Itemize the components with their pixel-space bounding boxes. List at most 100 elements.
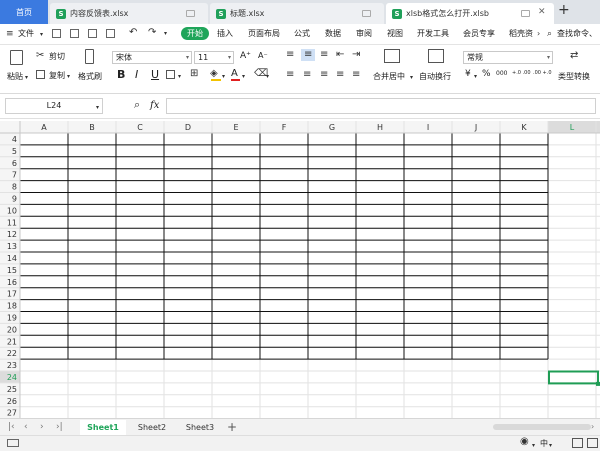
redo-icon[interactable]: ↷ bbox=[148, 28, 156, 38]
wrap-text-icon[interactable] bbox=[428, 49, 444, 63]
align-right-icon[interactable]: ≡ bbox=[320, 70, 328, 80]
align-left-icon[interactable]: ≡ bbox=[286, 70, 294, 80]
print-icon[interactable] bbox=[88, 29, 97, 38]
command-search[interactable]: 查找命令、 bbox=[557, 28, 597, 39]
chevron-right-icon[interactable]: › bbox=[537, 29, 540, 39]
input-mode-indicator[interactable]: 中 bbox=[540, 438, 548, 449]
add-sheet-button[interactable]: + bbox=[227, 420, 237, 434]
eye-protection-icon[interactable]: ◉ bbox=[520, 437, 529, 447]
close-icon[interactable]: ✕ bbox=[538, 7, 546, 17]
menu-view[interactable]: 视图 bbox=[387, 28, 403, 39]
row-header-11: 11 bbox=[7, 218, 17, 227]
scissors-icon[interactable]: ✂ bbox=[36, 51, 44, 61]
underline-button[interactable]: U bbox=[151, 68, 159, 81]
tab-title-xlsx[interactable]: S 标题.xlsx bbox=[210, 3, 384, 24]
column-header-d: D bbox=[185, 123, 191, 132]
new-tab-button[interactable]: + bbox=[558, 2, 570, 18]
menu-home[interactable]: 开始 bbox=[181, 27, 209, 40]
horizontal-scrollbar[interactable] bbox=[493, 424, 591, 430]
menu-developer[interactable]: 开发工具 bbox=[417, 28, 449, 39]
indent-increase-icon[interactable]: ⇥ bbox=[352, 50, 360, 60]
bold-button[interactable]: B bbox=[117, 68, 125, 81]
sheet-tab-2[interactable]: Sheet2 bbox=[130, 420, 174, 435]
copy-label[interactable]: 复制 bbox=[49, 70, 65, 81]
align-bottom-icon[interactable]: ≡ bbox=[320, 50, 328, 60]
justify-icon[interactable]: ≡ bbox=[336, 70, 344, 80]
distributed-align-icon[interactable]: ≡ bbox=[352, 70, 360, 80]
normal-view-icon[interactable] bbox=[572, 438, 583, 448]
formula-input[interactable] bbox=[166, 98, 596, 114]
thousands-button[interactable]: 000 bbox=[496, 70, 507, 77]
align-center-icon[interactable]: ≡ bbox=[303, 70, 311, 80]
column-header-l: L bbox=[570, 123, 575, 132]
menu-docer[interactable]: 稻壳资 bbox=[509, 28, 533, 39]
font-name-select[interactable]: 宋体 ▾ bbox=[112, 51, 192, 64]
zoom-icon[interactable]: ⌕ bbox=[134, 99, 140, 110]
font-color-swatch bbox=[231, 79, 240, 81]
undo-icon[interactable]: ↶ bbox=[129, 28, 137, 38]
row-header-27: 27 bbox=[7, 409, 17, 418]
monitor-icon[interactable] bbox=[186, 10, 195, 17]
decrease-decimal-button[interactable]: .00 +.0 bbox=[533, 70, 552, 76]
menu-file[interactable]: 文件 bbox=[18, 28, 34, 39]
copy-icon[interactable] bbox=[36, 70, 45, 79]
active-cell[interactable] bbox=[548, 370, 599, 385]
menu-data[interactable]: 数据 bbox=[325, 28, 341, 39]
grow-font-button[interactable]: A⁺ bbox=[240, 51, 251, 61]
first-sheet-icon[interactable]: |‹ bbox=[8, 422, 15, 432]
row-header-18: 18 bbox=[7, 302, 17, 311]
font-color-icon[interactable]: A bbox=[231, 68, 238, 79]
monitor-icon[interactable] bbox=[521, 10, 530, 17]
paste-label[interactable]: 粘贴 bbox=[7, 71, 23, 82]
menu-page-layout[interactable]: 页面布局 bbox=[248, 28, 280, 39]
chevron-down-icon: ▾ bbox=[546, 54, 550, 61]
spreadsheet-grid[interactable]: A B C D E F G H I J K L 4 5 6 7 8 9 10 11 12 13 14 15 16 17 18 19 20… bbox=[0, 121, 600, 418]
prev-sheet-icon[interactable]: ‹ bbox=[24, 422, 28, 432]
font-name-value: 宋体 bbox=[116, 53, 132, 62]
home-tab[interactable]: 首页 bbox=[0, 0, 48, 24]
format-painter-label[interactable]: 格式刷 bbox=[78, 71, 102, 82]
menu-formulas[interactable]: 公式 bbox=[294, 28, 310, 39]
next-sheet-icon[interactable]: › bbox=[40, 422, 44, 432]
name-box[interactable]: L24 bbox=[5, 98, 103, 114]
print-preview-icon[interactable] bbox=[106, 29, 115, 38]
menu-review[interactable]: 审阅 bbox=[356, 28, 372, 39]
hamburger-icon: ≡ bbox=[6, 29, 14, 39]
percent-button[interactable]: % bbox=[482, 69, 491, 79]
sheet-tab-3[interactable]: Sheet3 bbox=[178, 420, 222, 435]
column-header-f: F bbox=[282, 123, 287, 132]
wrap-text-label[interactable]: 自动换行 bbox=[419, 71, 451, 82]
open-file-icon[interactable] bbox=[52, 29, 61, 38]
font-size-select[interactable]: 11 ▾ bbox=[194, 51, 234, 64]
border-icon[interactable] bbox=[166, 70, 175, 79]
currency-button[interactable]: ¥ bbox=[465, 69, 471, 79]
merge-center-icon[interactable] bbox=[384, 49, 400, 63]
type-convert-icon[interactable]: ⇄ bbox=[570, 51, 578, 61]
monitor-icon[interactable] bbox=[362, 10, 371, 17]
shrink-font-button[interactable]: A⁻ bbox=[258, 51, 268, 60]
format-painter-icon[interactable] bbox=[85, 49, 94, 64]
number-format-select[interactable]: 常规 ▾ bbox=[463, 51, 553, 64]
merge-cells-icon[interactable]: ⊞ bbox=[190, 69, 198, 79]
page-layout-view-icon[interactable] bbox=[587, 438, 598, 448]
menu-insert[interactable]: 插入 bbox=[217, 28, 233, 39]
paste-icon[interactable] bbox=[10, 50, 23, 65]
merge-center-label[interactable]: 合并居中 bbox=[373, 71, 405, 82]
scroll-right-icon[interactable]: › bbox=[591, 422, 594, 432]
increase-decimal-button[interactable]: +.0 .00 bbox=[512, 70, 531, 76]
function-button[interactable]: fx bbox=[150, 100, 159, 111]
align-top-icon[interactable]: ≡ bbox=[286, 50, 294, 60]
fill-color-icon[interactable]: ◈ bbox=[210, 69, 218, 79]
save-icon[interactable] bbox=[70, 29, 79, 38]
macro-record-icon[interactable] bbox=[7, 439, 19, 447]
menu-member[interactable]: 会员专享 bbox=[463, 28, 495, 39]
indent-decrease-icon[interactable]: ⇤ bbox=[336, 50, 344, 60]
tab-xlsb-file[interactable]: S xlsb格式怎么打开.xlsb ✕ bbox=[386, 3, 554, 24]
cell-grid[interactable]: A B C D E F G H I J K L 4 5 6 7 8 9 10 11 12 13 14 15 16 17 18 19 20… bbox=[0, 121, 600, 418]
italic-button[interactable]: I bbox=[135, 68, 138, 81]
cut-label[interactable]: 剪切 bbox=[49, 51, 65, 62]
type-convert-label[interactable]: 类型转换 bbox=[558, 71, 590, 82]
tab-feedback-xlsx[interactable]: S 内容反馈表.xlsx bbox=[50, 3, 208, 24]
column-header-g: G bbox=[329, 123, 335, 132]
last-sheet-icon[interactable]: ›| bbox=[56, 422, 63, 432]
